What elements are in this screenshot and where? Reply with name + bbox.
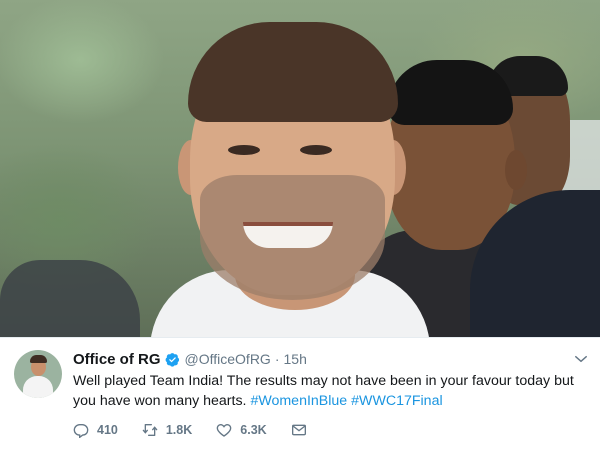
reply-button[interactable]: 410: [73, 422, 118, 438]
retweet-count: 1.8K: [165, 423, 193, 437]
envelope-icon: [291, 424, 306, 436]
hashtag-link[interactable]: #WomenInBlue: [250, 393, 347, 409]
photo-background-blur: [0, 260, 140, 337]
photo-main-person-eye-right: [300, 145, 332, 155]
reply-icon: [73, 424, 89, 438]
verified-badge-icon: [165, 352, 179, 367]
heart-icon: [216, 423, 232, 437]
reply-count: 410: [97, 423, 118, 437]
chevron-down-icon[interactable]: [574, 352, 588, 366]
hashtag-link[interactable]: #WWC17Final: [351, 393, 442, 409]
direct-message-button[interactable]: [291, 422, 315, 438]
avatar-body: [23, 376, 53, 398]
like-button[interactable]: 6.3K: [216, 422, 267, 438]
avatar-hair: [30, 355, 47, 363]
avatar[interactable]: [14, 350, 62, 398]
tweet-card[interactable]: Office of RG @OfficeOfRG · 15h Well play…: [0, 337, 600, 451]
photo-right-person-hair: [388, 60, 513, 125]
tweet-header: Office of RG @OfficeOfRG · 15h: [73, 349, 307, 369]
tweet-photo[interactable]: [0, 0, 600, 337]
photo-main-person-eye-left: [228, 145, 260, 155]
user-handle[interactable]: @OfficeOfRG: [185, 351, 271, 367]
like-count: 6.3K: [240, 423, 267, 437]
photo-main-person-hair: [188, 22, 398, 122]
tweet-timestamp[interactable]: 15h: [284, 351, 307, 367]
tweet-actions: 410 1.8K 6.3K: [73, 421, 339, 439]
display-name[interactable]: Office of RG: [73, 351, 161, 368]
photo-right-person-ear: [505, 150, 527, 190]
tweet-text: Well played Team India! The results may …: [73, 371, 588, 411]
separator-dot: ·: [274, 351, 280, 367]
photo-main-person-smile: [243, 222, 333, 248]
retweet-icon: [142, 424, 158, 436]
retweet-button[interactable]: 1.8K: [142, 422, 192, 438]
